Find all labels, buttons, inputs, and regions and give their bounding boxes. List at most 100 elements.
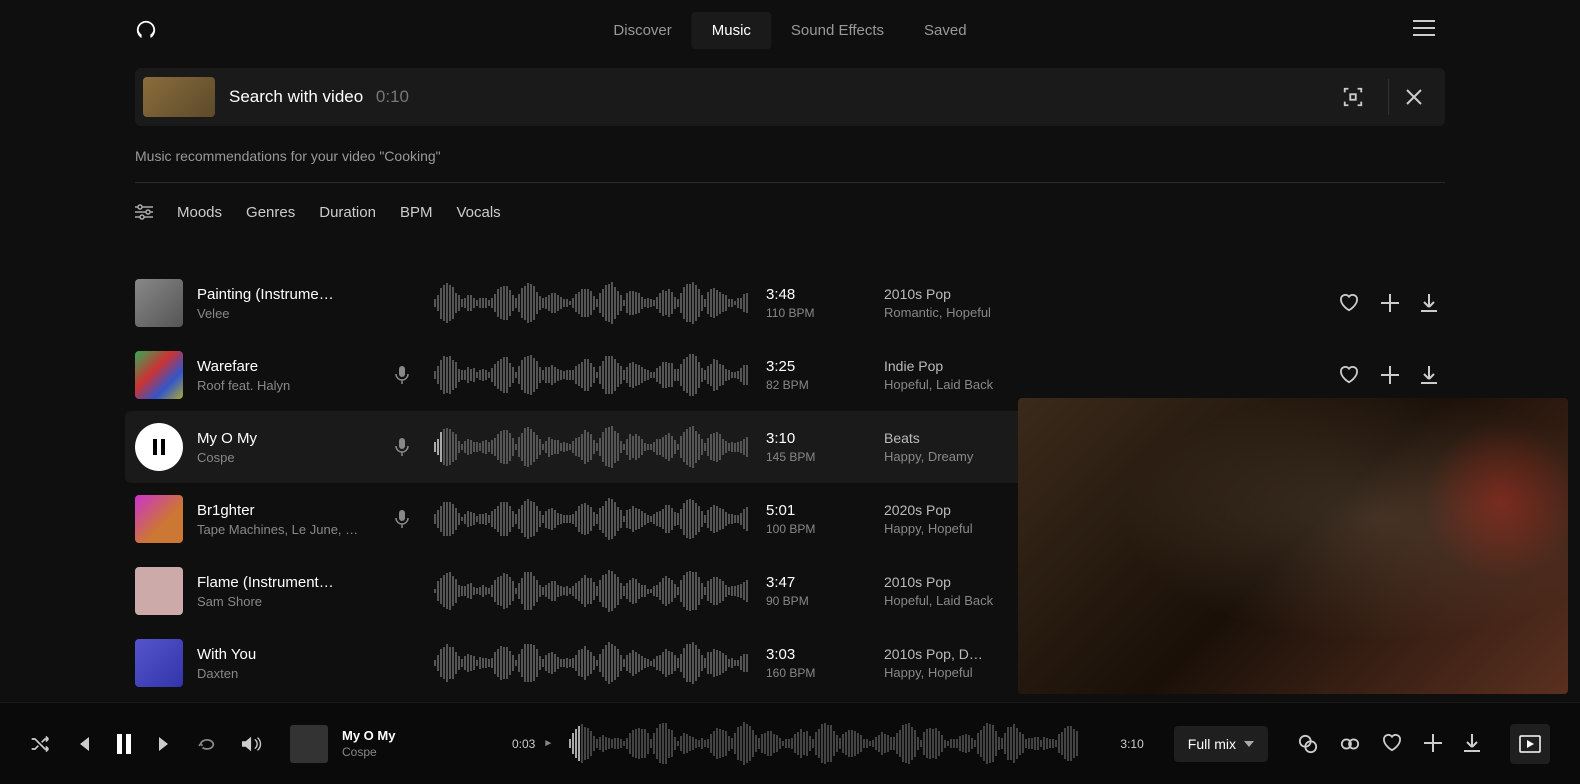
nav-saved[interactable]: Saved [904, 12, 987, 49]
filter-duration[interactable]: Duration [319, 204, 376, 221]
mix-label: Full mix [1188, 736, 1236, 752]
shuffle-button[interactable] [30, 735, 50, 753]
search-label: Search with video 0:10 [229, 87, 1334, 107]
track-cover[interactable] [135, 351, 183, 399]
pause-button[interactable] [116, 734, 132, 754]
select-segment-button[interactable] [1334, 78, 1372, 116]
track-waveform[interactable] [434, 425, 754, 469]
vocals-icon [382, 510, 422, 528]
add-button[interactable] [1381, 366, 1399, 384]
player-current-time: 0:03 [512, 737, 535, 751]
filter-bpm[interactable]: BPM [400, 204, 433, 221]
like-button[interactable] [1382, 734, 1402, 754]
track-waveform[interactable] [434, 497, 754, 541]
download-button[interactable] [1421, 294, 1437, 312]
like-button[interactable] [1339, 294, 1359, 312]
track-artist: Sam Shore [197, 594, 382, 609]
filter-settings-icon[interactable] [135, 204, 153, 220]
recommendations-label: Music recommendations for your video "Co… [135, 148, 1445, 164]
player-track-cover[interactable] [290, 725, 328, 763]
search-duration: 0:10 [376, 87, 409, 106]
divider [135, 182, 1445, 183]
track-duration: 5:01 100 BPM [766, 502, 866, 536]
track-info: Painting (Instrume… Velee [197, 286, 382, 321]
track-waveform[interactable] [434, 641, 754, 685]
search-video-thumbnail[interactable] [143, 77, 215, 117]
like-button[interactable] [1339, 366, 1359, 384]
track-info: Br1ghter Tape Machines, Le June, … [197, 502, 382, 537]
download-button[interactable] [1464, 734, 1480, 754]
track-info: My O My Cospe [197, 430, 382, 465]
player-track-title: My O My [342, 728, 462, 743]
track-bpm: 145 BPM [766, 450, 866, 464]
filter-genres[interactable]: Genres [246, 204, 295, 221]
vocals-icon [382, 366, 422, 384]
vocals-icon [382, 438, 422, 456]
nav-tabs: Discover Music Sound Effects Saved [593, 12, 986, 49]
close-search-button[interactable] [1397, 80, 1431, 114]
header: Discover Music Sound Effects Saved [0, 0, 1580, 60]
track-bpm: 82 BPM [766, 378, 866, 392]
track-tags: Indie Pop Hopeful, Laid Back [884, 358, 1084, 392]
player-track-info: My O My Cospe [342, 728, 462, 759]
track-bpm: 160 BPM [766, 666, 866, 680]
player-actions [1298, 734, 1480, 754]
track-pause-button[interactable] [135, 423, 183, 471]
track-cover[interactable] [135, 279, 183, 327]
nav-sound-effects[interactable]: Sound Effects [771, 12, 904, 49]
track-duration: 3:10 145 BPM [766, 430, 866, 464]
mix-selector[interactable]: Full mix [1174, 726, 1268, 762]
track-artist: Roof feat. Halyn [197, 378, 382, 393]
track-bpm: 110 BPM [766, 306, 866, 320]
track-cover[interactable] [135, 495, 183, 543]
loop-button[interactable] [198, 736, 216, 752]
chevron-down-icon [1244, 741, 1254, 747]
track-bpm: 90 BPM [766, 594, 866, 608]
filter-bar: Moods Genres Duration BPM Vocals [135, 185, 1445, 239]
player-marker-icon: ► [543, 738, 553, 749]
filter-moods[interactable]: Moods [177, 204, 222, 221]
player-bar: My O My Cospe 0:03 ► 3:10 Full mix [0, 702, 1580, 784]
logo[interactable] [135, 19, 157, 41]
track-info: With You Daxten [197, 646, 382, 681]
track-title: With You [197, 646, 382, 663]
track-row[interactable]: Painting (Instrume… Velee 3:48 110 BPM 2… [125, 267, 1455, 339]
filter-vocals[interactable]: Vocals [456, 204, 500, 221]
track-cover[interactable] [135, 639, 183, 687]
video-preview[interactable] [1018, 398, 1568, 694]
track-title: My O My [197, 430, 382, 447]
track-artist: Daxten [197, 666, 382, 681]
nav-discover[interactable]: Discover [593, 12, 691, 49]
download-button[interactable] [1421, 366, 1437, 384]
track-info: Warefare Roof feat. Halyn [197, 358, 382, 393]
video-toggle-button[interactable] [1510, 724, 1550, 764]
add-button[interactable] [1424, 734, 1442, 754]
track-artist: Tape Machines, Le June, … [197, 522, 382, 537]
add-button[interactable] [1381, 294, 1399, 312]
track-info: Flame (Instrument… Sam Shore [197, 574, 382, 609]
track-bpm: 100 BPM [766, 522, 866, 536]
track-waveform[interactable] [434, 569, 754, 613]
track-title: Painting (Instrume… [197, 286, 382, 303]
track-artist: Cospe [197, 450, 382, 465]
video-search-bar: Search with video 0:10 [135, 68, 1445, 126]
stems-button[interactable] [1340, 734, 1360, 754]
player-total-time: 3:10 [1120, 737, 1143, 751]
track-duration: 3:47 90 BPM [766, 574, 866, 608]
track-actions [1339, 294, 1445, 312]
divider [1388, 79, 1389, 115]
next-button[interactable] [158, 737, 172, 751]
track-actions [1339, 366, 1445, 384]
nav-music[interactable]: Music [692, 12, 771, 49]
track-duration: 3:25 82 BPM [766, 358, 866, 392]
track-waveform[interactable] [434, 281, 754, 325]
track-title: Warefare [197, 358, 382, 375]
volume-button[interactable] [242, 735, 262, 753]
track-waveform[interactable] [434, 353, 754, 397]
menu-button[interactable] [1413, 20, 1435, 36]
track-cover[interactable] [135, 567, 183, 615]
player-controls [30, 734, 216, 754]
similar-button[interactable] [1298, 734, 1318, 754]
player-waveform[interactable] [569, 722, 1104, 766]
previous-button[interactable] [76, 737, 90, 751]
